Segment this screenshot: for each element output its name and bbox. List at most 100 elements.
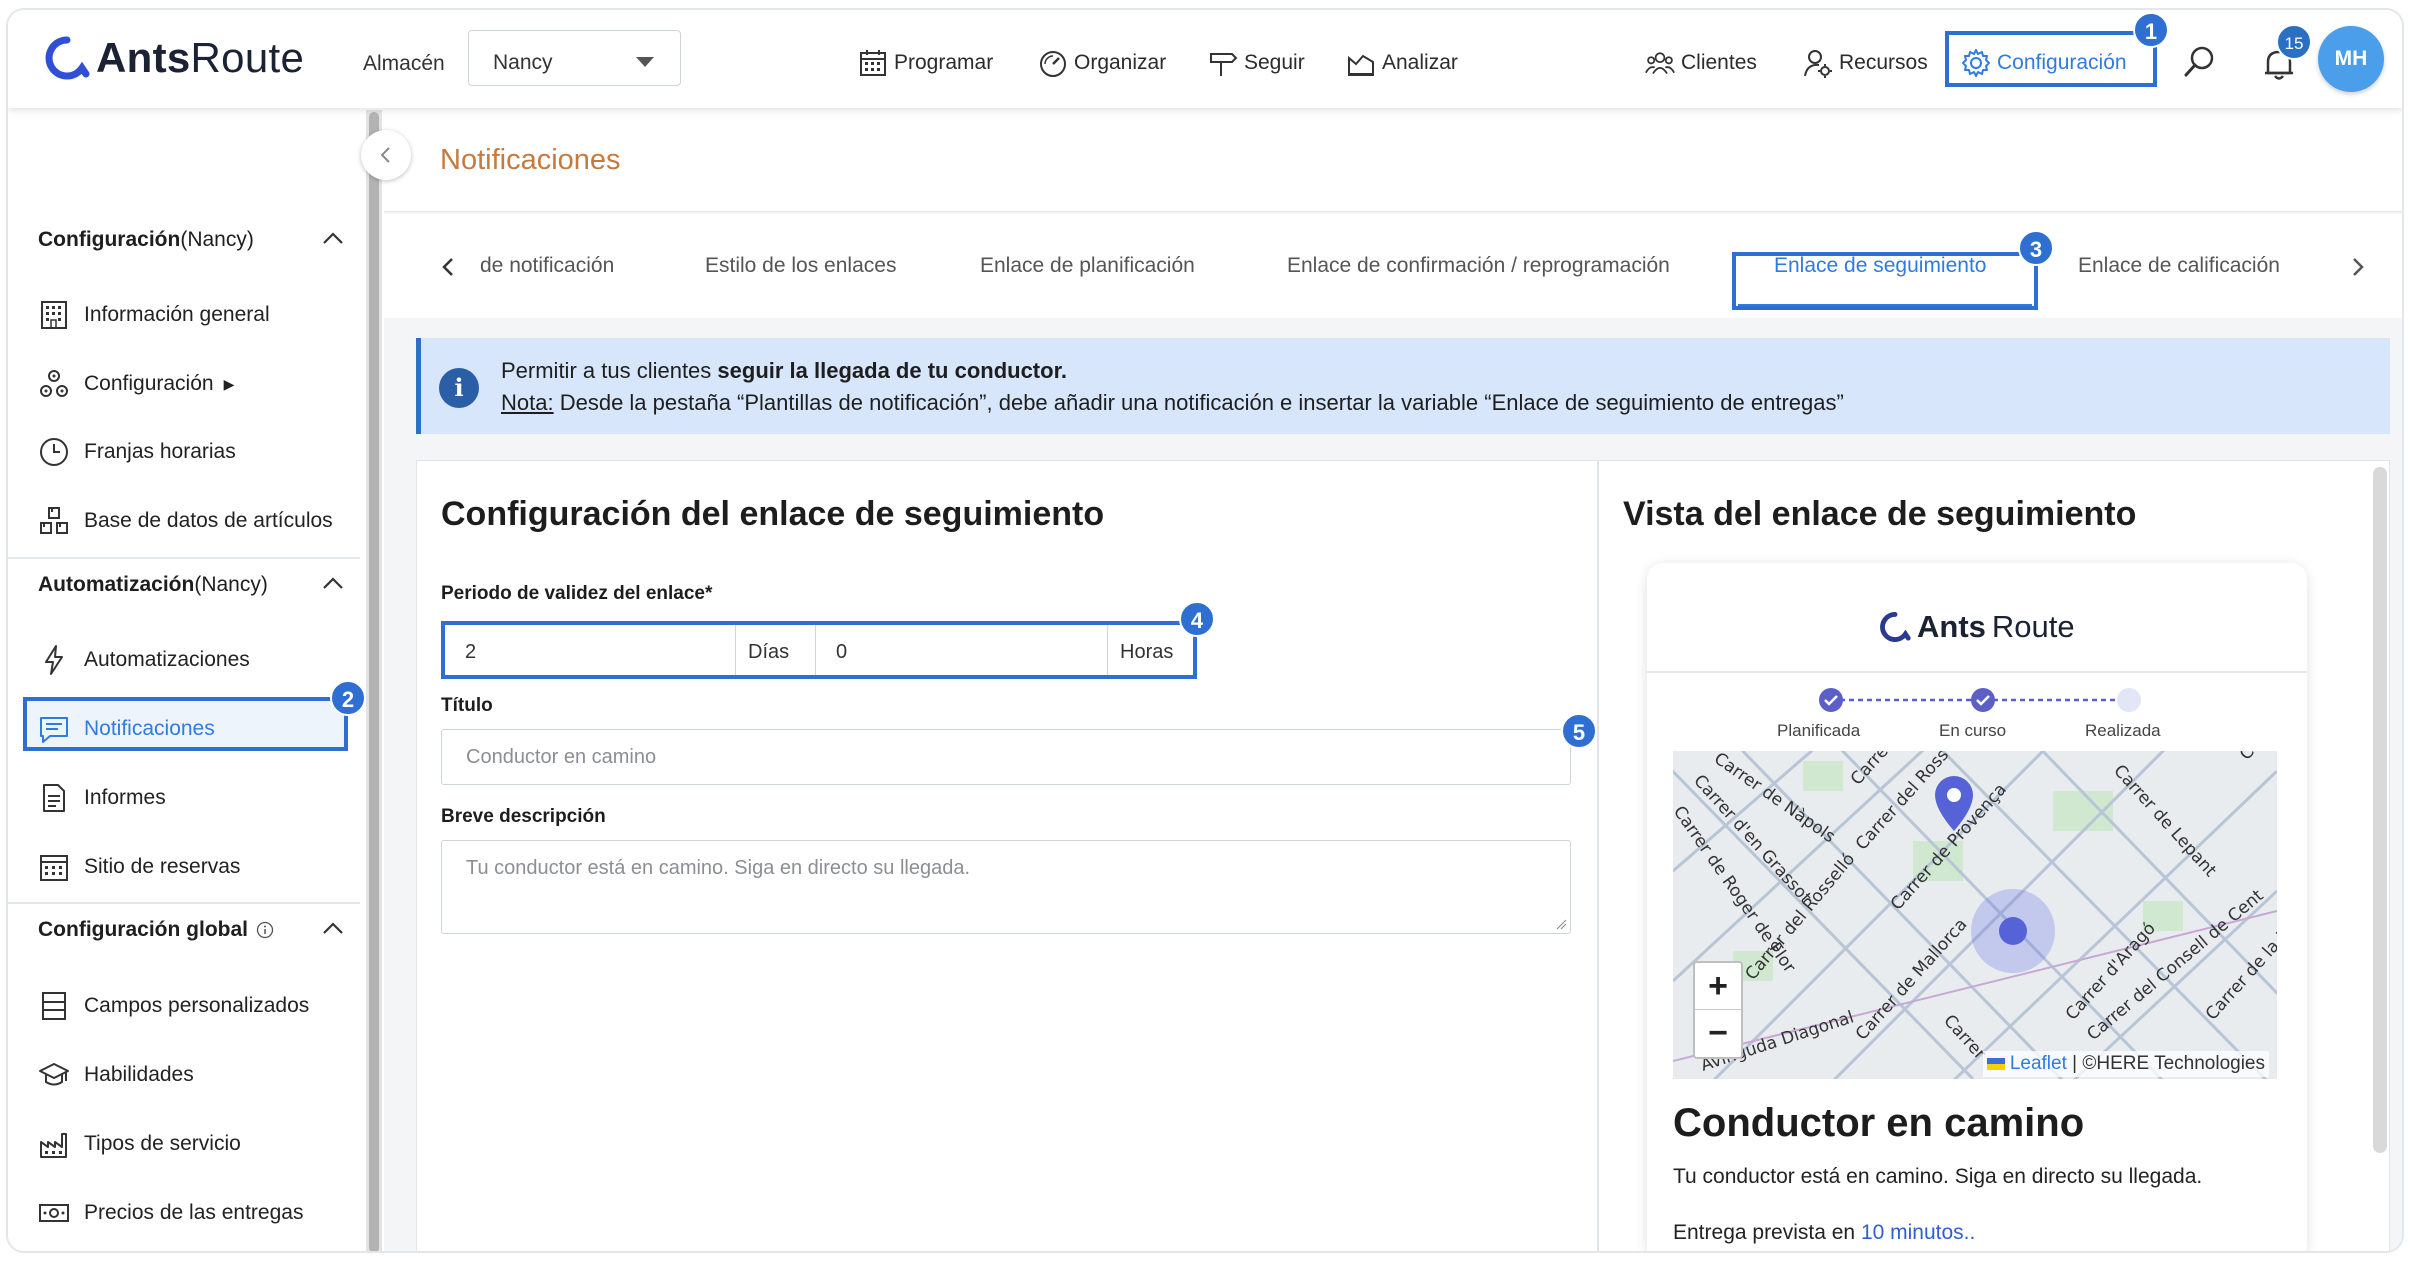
callout-badge-4: 4 [1179,601,1215,637]
logo-text: AntsRoute [96,34,305,81]
page-header: Notificaciones [384,108,2402,212]
tracking-map[interactable]: Carrer de Nàpols Carrer d'en Grassot Car… [1673,751,2277,1079]
preview-eta: Entrega prevista en 10 minutos.. [1673,1221,1976,1244]
sidebar-item-label: Habilidades [84,1063,194,1086]
form-heading: Configuración del enlace de seguimiento [441,495,1105,533]
calendar-icon [860,50,886,76]
sidebar-item-label: Precios de las entregas [84,1201,304,1224]
money-icon [39,1204,69,1222]
description-textarea[interactable]: Tu conductor está en camino. Siga en dir… [441,840,1571,934]
preview-title: Conductor en camino [1673,1101,2085,1145]
sidebar-scrollbar-thumb[interactable] [369,112,379,1251]
sidebar-scrollbar[interactable] [366,110,382,1251]
nav-programar-label: Programar [894,51,994,74]
nav-organizar[interactable]: Organizar [1038,48,1166,78]
sidebar-item-label: Tipos de servicio [84,1132,241,1155]
section-configuracion-global-header[interactable]: Configuración global [38,918,348,942]
hours-input[interactable]: 0 [815,625,1107,675]
sidebar-item-precios-de-las-entregas[interactable]: Precios de las entregas [38,1193,303,1233]
progress-stepper [1819,688,2141,712]
configuracion-highlight [1945,31,2157,87]
graduation-cap-icon [39,1063,69,1086]
section-configuracion-header[interactable]: Configuración (Nancy) [38,228,348,252]
sidebar-item-label: Campos personalizados [84,994,310,1017]
panel-divider [1597,461,1599,1251]
info-banner: i Permitir a tus clientes seguir la lleg… [416,338,2390,434]
validity-period-group: 2 Días 0 Horas [441,621,1197,679]
notification-count-badge: 15 [2276,24,2312,60]
sidebar-item-label: Sitio de reservas [84,855,241,878]
info-circle-icon[interactable] [256,921,274,939]
sidebar-item-informacion-general[interactable]: Información general [38,295,270,335]
hours-unit-label: Horas [1107,625,1193,675]
preview-description: Tu conductor está en camino. Siga en dir… [1673,1165,2203,1188]
sidebar-item-label: Información general [84,303,270,326]
chart-icon [1348,54,1374,76]
sidebar-collapse-button[interactable] [361,130,411,180]
zoom-out-button[interactable]: − [1695,1010,1741,1057]
tracking-link-panel: Configuración del enlace de seguimiento … [416,460,2390,1251]
sidebar-item-habilidades[interactable]: Habilidades [38,1055,194,1095]
form-fields-icon [42,992,66,1020]
preview-divider [1647,671,2307,673]
chevron-up-icon [323,922,343,934]
tabs-scroll-left-button[interactable] [436,254,462,280]
days-input[interactable]: 2 [445,625,735,675]
settings-cogs-icon [40,370,68,397]
lightning-icon [45,645,63,675]
sidebar-item-informes[interactable]: Informes [38,778,166,818]
sidebar-item-automatizaciones[interactable]: Automatizaciones [38,640,250,680]
resources-icon [1804,50,1832,78]
submenu-arrow-icon: ▶ [223,375,235,392]
resize-handle-icon[interactable] [1555,918,1567,930]
preview-scrollbar[interactable] [2373,467,2387,1153]
sidebar-item-label: Notificaciones [84,717,215,740]
sidebar-item-base-de-datos[interactable]: Base de datos de artículos [38,501,333,541]
search-button[interactable] [2182,44,2218,85]
sidebar-item-tipos-de-servicio[interactable]: Tipos de servicio [38,1124,241,1164]
document-icon [43,784,65,812]
tab-enlace-calificacion[interactable]: Enlace de calificación [2078,254,2280,278]
info-banner-line1: Permitir a tus clientes seguir la llegad… [501,358,1068,383]
nav-seguir[interactable]: Seguir [1208,48,1305,78]
step-en-curso: En curso [1939,721,2007,740]
preview-heading: Vista del enlace de seguimiento [1623,495,2137,533]
nav-organizar-label: Organizar [1074,51,1167,74]
antsroute-logo[interactable]: AntsRoute [44,32,304,84]
top-navigation-bar: AntsRoute Almacén Nancy Programar Organi… [8,10,2402,108]
tab-enlace-planificacion[interactable]: Enlace de planificación [980,254,1195,278]
gauge-icon [1040,51,1066,77]
map-attribution: Leaflet | ©HERE Technologies [1982,1051,2269,1077]
nav-clientes[interactable]: Clientes [1645,48,1757,78]
tab-enlace-confirmacion[interactable]: Enlace de confirmación / reprogramación [1287,254,1670,278]
sidebar-item-campos-personalizados[interactable]: Campos personalizados [38,986,309,1026]
antsroute-logo-icon [1880,612,1911,642]
sidebar-item-franjas-horarias[interactable]: Franjas horarias [38,432,236,472]
chat-bubble-icon [40,717,68,743]
leaflet-link[interactable]: Leaflet [2010,1053,2067,1074]
preview-logo: Ants Route [1879,609,2075,645]
section-automatizacion-header[interactable]: Automatización (Nancy) [38,573,348,597]
days-unit-label: Días [735,625,807,675]
clients-icon [1645,52,1675,75]
user-avatar[interactable]: MH [2318,26,2384,92]
callout-badge-1: 1 [2133,12,2169,48]
clock-icon [40,438,68,466]
signpost-icon [1210,53,1238,76]
antsroute-logo-icon [45,36,90,80]
zoom-in-button[interactable]: + [1695,963,1741,1010]
nav-programar[interactable]: Programar [858,48,993,78]
sidebar-item-configuracion[interactable]: Configuración ▶ [38,364,234,404]
warehouse-select[interactable]: Nancy [468,30,681,86]
sidebar-item-notificaciones[interactable]: Notificaciones [38,709,215,749]
nav-recursos[interactable]: Recursos [1803,48,1928,78]
page-title: Notificaciones [440,144,621,176]
tabs-scroll-right-button[interactable] [2344,254,2370,280]
tab-estilo-enlaces[interactable]: Estilo de los enlaces [705,254,896,278]
tab-tipos-de-notificacion[interactable]: de notificación [480,254,614,278]
nav-analizar[interactable]: Analizar [1346,48,1458,78]
main-content: Notificaciones de notificación Estilo de… [384,108,2402,1251]
factory-icon [40,1133,67,1158]
sidebar-item-sitio-de-reservas[interactable]: Sitio de reservas [38,847,240,887]
title-input[interactable]: Conductor en camino [441,729,1571,785]
